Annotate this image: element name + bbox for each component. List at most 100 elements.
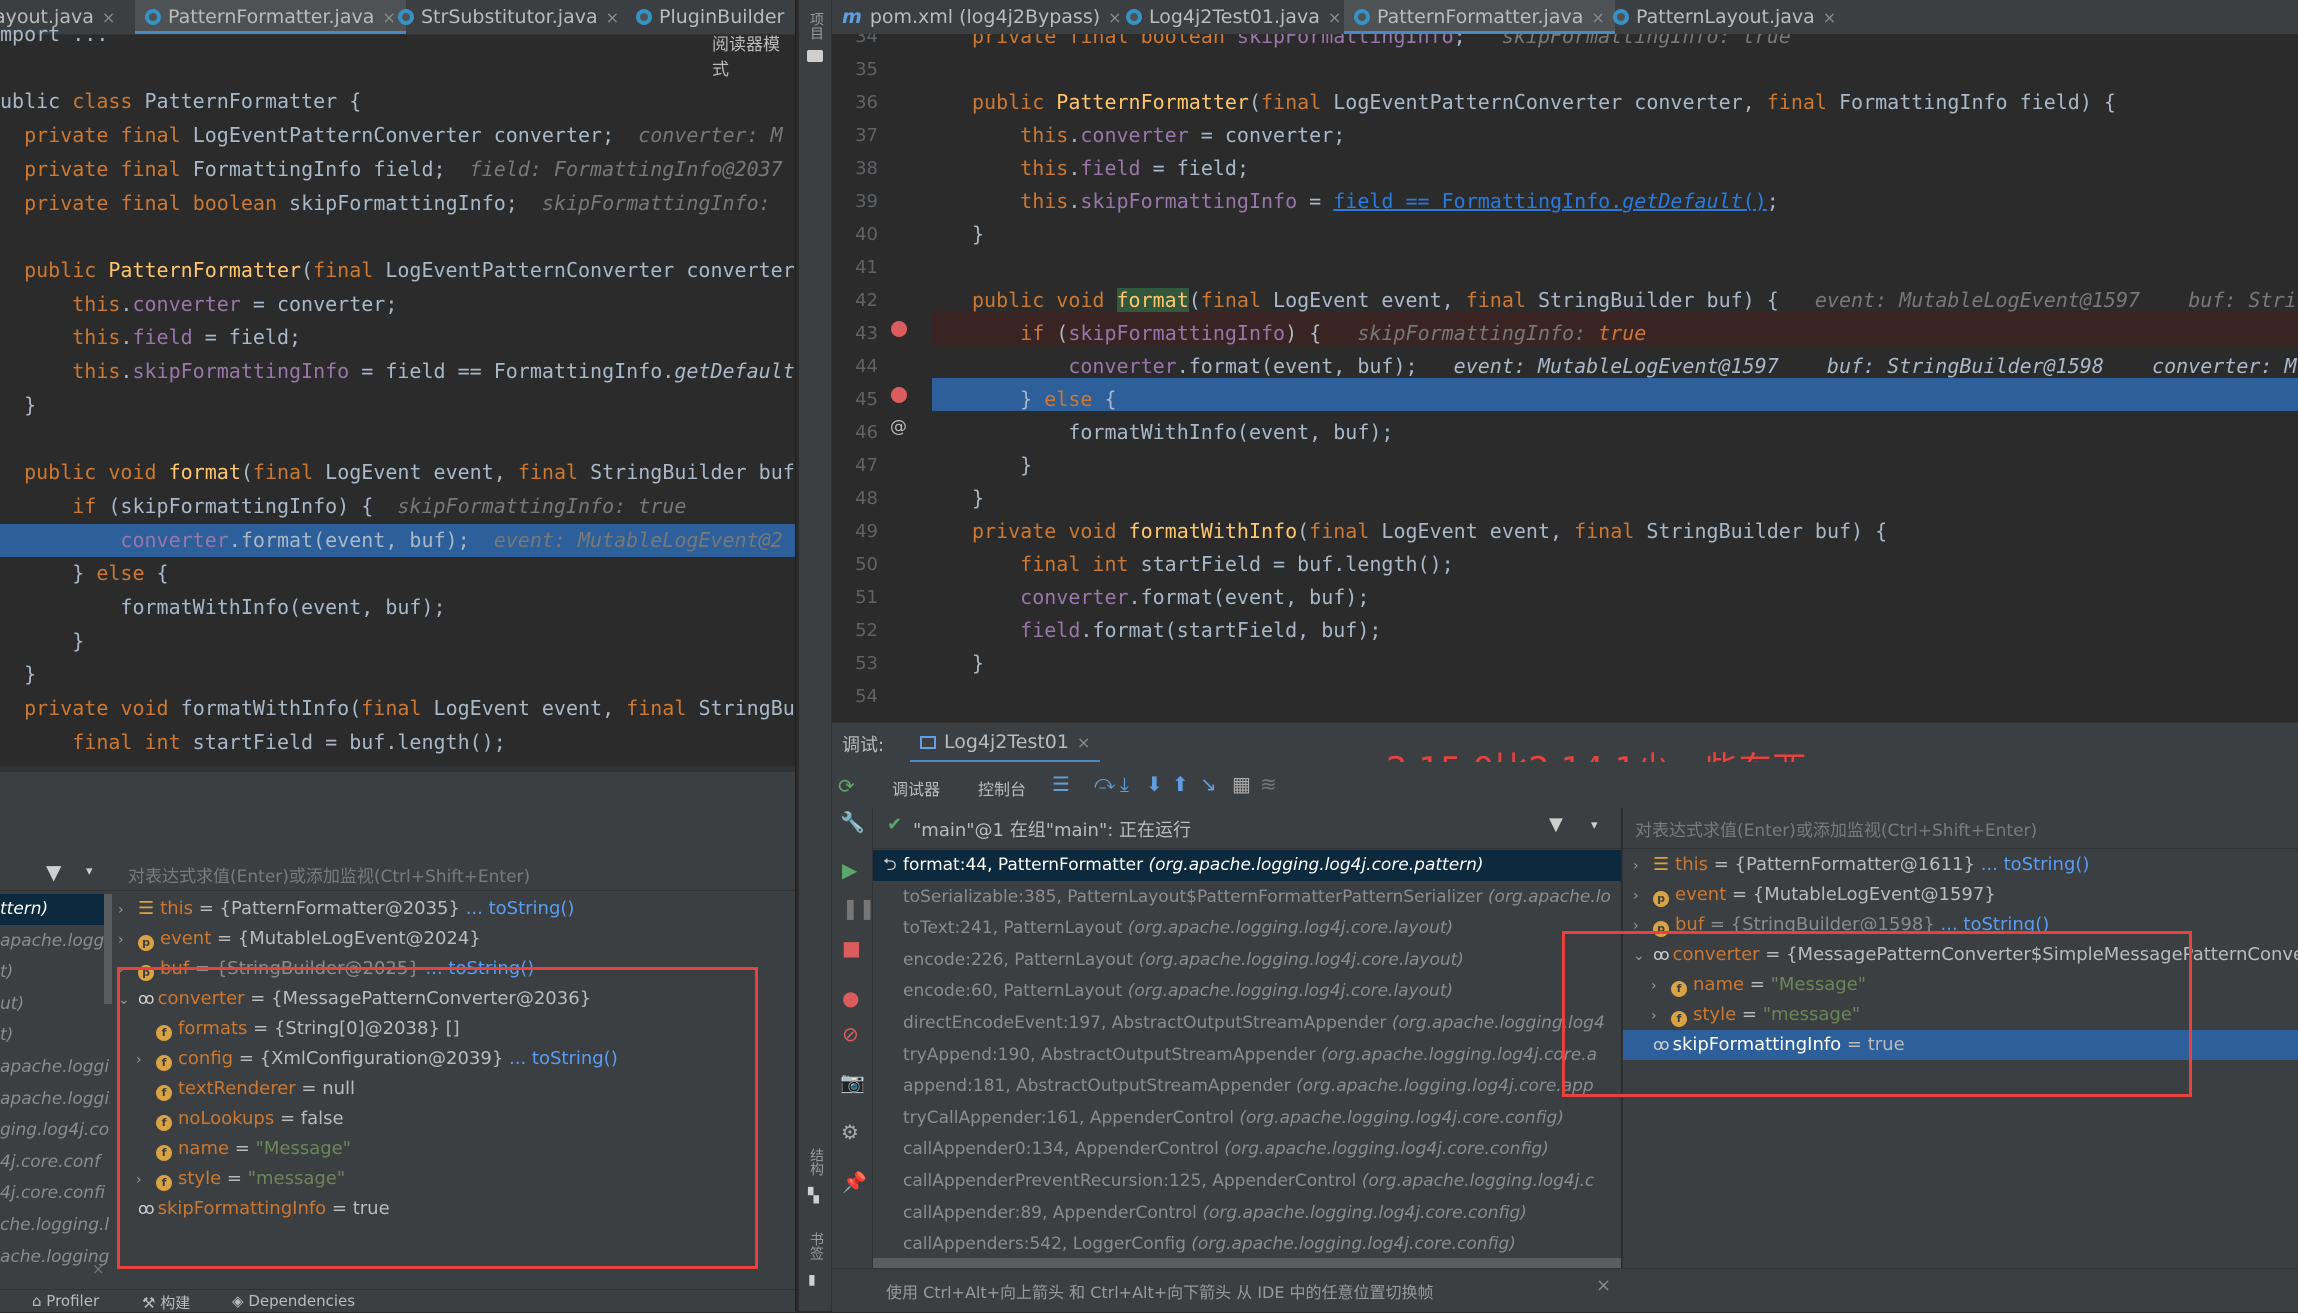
show-execution-point-icon[interactable]: ⤼ xyxy=(1094,770,1115,794)
structure-tool-tab[interactable]: 结构 xyxy=(806,1148,826,1176)
frame-item[interactable]: 4j.core.conf xyxy=(0,1147,100,1178)
frame-item[interactable]: append:181, AbstractOutputStreamAppender… xyxy=(873,1071,1621,1102)
frame-item[interactable]: t) xyxy=(0,957,13,988)
bottom-tab-build[interactable]: ⚒ 构建 xyxy=(142,1292,190,1313)
settings-wrench-icon[interactable]: 🔧 xyxy=(840,810,865,834)
right-editor[interactable]: 34 35 36 37 38 39 40 41 42 43 44 45 46 47 48 49 50 51 52 53… xyxy=(832,34,2298,722)
frame-item[interactable]: encode:60, PatternLayout (org.apache.log… xyxy=(873,976,1621,1007)
tab-pattern-layout[interactable]: PatternLayout.java × xyxy=(1613,0,1836,34)
console-tab[interactable]: 控制台 xyxy=(978,776,1026,800)
trace-icon[interactable]: ≋ xyxy=(1260,772,1277,796)
frame-item[interactable]: callAppender:89, AppenderControl (org.ap… xyxy=(873,1198,1621,1229)
frame-item[interactable]: tryCallAppender:161, AppenderControl (or… xyxy=(873,1103,1621,1134)
code-line: public PatternFormatter(final LogEventPa… xyxy=(24,257,795,282)
chevron-down-icon[interactable]: ▾ xyxy=(86,864,93,879)
right-code-text[interactable]: private final boolean skipFormattingInfo… xyxy=(932,34,2298,722)
chevron-right-icon[interactable]: › xyxy=(1633,881,1653,911)
resume-icon[interactable]: ▶ xyxy=(842,858,857,882)
close-icon[interactable]: × xyxy=(1596,1275,1611,1296)
frame-item[interactable]: che.logging.l xyxy=(0,1210,109,1241)
frame-item[interactable]: apache.logging.log4 xyxy=(0,1084,110,1115)
tab-pom-xml[interactable]: m pom.xml (log4j2Bypass) × xyxy=(842,0,1122,34)
left-frames-list[interactable]: ttern)apache.logging.log4t)ut)t)apache.l… xyxy=(0,894,110,1284)
chevron-right-icon[interactable]: › xyxy=(118,925,138,955)
java-class-icon xyxy=(636,9,652,25)
frame-item[interactable]: tryAppend:190, AbstractOutputStreamAppen… xyxy=(873,1040,1621,1071)
frame-item[interactable]: encode:226, PatternLayout (org.apache.lo… xyxy=(873,945,1621,976)
filter-icon[interactable]: ▼ xyxy=(46,860,61,884)
breakpoint-icon[interactable] xyxy=(891,387,907,403)
bottom-tab-profiler[interactable]: ⌂ Profiler xyxy=(32,1292,99,1310)
frame-item[interactable]: ⮌ format:44, PatternFormatter (org.apache… xyxy=(873,850,1621,881)
frame-item[interactable]: ging.log4j.co xyxy=(0,1115,109,1146)
frame-item[interactable]: callAppenders:542, LoggerConfig (org.apa… xyxy=(873,1229,1621,1260)
left-watch-input[interactable]: 对表达式求值(Enter)或添加监视(Ctrl+Shift+Enter) xyxy=(128,862,530,887)
evaluate-expression-icon[interactable]: ▦ xyxy=(1232,772,1251,796)
breakpoint-icon[interactable] xyxy=(891,321,907,337)
bottom-tab-dependencies[interactable]: ◈ Dependencies xyxy=(232,1292,355,1310)
override-icon[interactable]: @ xyxy=(890,417,907,437)
line-number: 36 xyxy=(855,92,878,113)
camera-icon[interactable]: 📷 xyxy=(840,1070,865,1094)
line-number: 39 xyxy=(855,191,878,212)
frame-item[interactable]: 4j.core.confi xyxy=(0,1178,105,1209)
frames-panel: ✔ "main"@1 在组"main": 正在运行 ▼ ▾ ⮌ format:44… xyxy=(873,808,1621,1268)
mute-breakpoints-icon[interactable]: ⊘ xyxy=(842,1022,859,1046)
variable-row[interactable]: › p event = {MutableLogEvent@1597} xyxy=(1633,880,1996,910)
pause-icon[interactable]: ❚❚ xyxy=(842,896,876,920)
frame-item[interactable]: directEncodeEvent:197, AbstractOutputStr… xyxy=(873,1008,1621,1039)
code-line: private void formatWithInfo(final LogEve… xyxy=(972,519,1888,543)
code-line: } else { xyxy=(972,387,1117,411)
step-out-icon[interactable]: ⬆ xyxy=(1172,772,1189,796)
frame-item[interactable]: callAppenderPreventRecursion:125, Append… xyxy=(873,1166,1621,1197)
code-line: } xyxy=(972,651,985,675)
chevron-right-icon[interactable]: › xyxy=(1633,851,1653,881)
variable-row[interactable]: › ☰ this = {PatternFormatter@2035} ... toS… xyxy=(118,894,574,924)
line-number: 34 xyxy=(855,34,878,47)
close-icon[interactable]: × xyxy=(1077,733,1090,752)
variable-row[interactable]: › p event = {MutableLogEvent@2024} xyxy=(118,924,481,954)
filter-icon[interactable]: ▼ xyxy=(1549,814,1563,835)
list-icon: ☰ xyxy=(138,898,155,919)
view-breakpoints-icon[interactable]: ● xyxy=(842,986,859,1010)
frame-item[interactable]: t) xyxy=(0,1020,13,1051)
frame-item[interactable]: apache.logging.log4 xyxy=(0,926,110,957)
variable-row[interactable]: › ☰ this = {PatternFormatter@1611} ... toS… xyxy=(1633,850,2089,880)
frame-item[interactable]: toSerializable:385, PatternLayout$Patter… xyxy=(873,882,1621,913)
gear-icon[interactable]: ⚙ xyxy=(841,1120,859,1144)
frame-item[interactable]: ut) xyxy=(0,989,24,1020)
chevron-right-icon[interactable]: › xyxy=(118,895,138,925)
pin-icon[interactable]: 📌 xyxy=(842,1170,867,1194)
chevron-down-icon[interactable]: ▾ xyxy=(1591,818,1598,833)
run-to-cursor-icon[interactable]: ↘ xyxy=(1200,772,1217,796)
line-number-gutter[interactable]: 34 35 36 37 38 39 40 41 42 43 44 45 46 47 48 49 50 51 52 53… xyxy=(832,34,892,722)
stop-icon[interactable]: ■ xyxy=(842,936,861,960)
parameter-icon: p xyxy=(1653,891,1669,907)
thread-selector[interactable]: "main"@1 在组"main": 正在运行 xyxy=(913,816,1191,842)
code-line: this.field = field; xyxy=(1020,156,1249,180)
java-class-icon xyxy=(398,9,414,25)
status-bar: 使用 Ctrl+Alt+向上箭头 和 Ctrl+Alt+向下箭头 从 IDE 中… xyxy=(832,1268,2298,1312)
close-icon[interactable]: × xyxy=(92,1260,105,1278)
rerun-icon[interactable]: ⟳ xyxy=(838,774,855,798)
step-over-icon[interactable]: ⤓ xyxy=(1120,772,1129,796)
frame-item[interactable]: toText:241, PatternLayout (org.apache.lo… xyxy=(873,913,1621,944)
left-code-editor[interactable]: mport ... ublic class PatternFormatter { … xyxy=(0,24,795,766)
project-tool-tab[interactable]: 项目 xyxy=(806,12,826,40)
parameter-icon: p xyxy=(138,935,154,951)
threads-menu-icon[interactable]: ☰ xyxy=(1052,772,1070,796)
tab-log4j2-test01[interactable]: Log4j2Test01.java × xyxy=(1126,0,1341,34)
line-number: 50 xyxy=(855,554,878,575)
debug-session-tab[interactable]: Log4j2Test01 × xyxy=(910,723,1101,763)
frame-item[interactable]: callAppender0:134, AppenderControl (org.… xyxy=(873,1134,1621,1165)
frames-list[interactable]: ⮌ format:44, PatternFormatter (org.apache… xyxy=(873,850,1621,1260)
right-watch-input[interactable]: 对表达式求值(Enter)或添加监视(Ctrl+Shift+Enter) xyxy=(1635,816,2037,841)
step-into-icon[interactable]: ⬇ xyxy=(1146,772,1163,796)
tab-pattern-formatter-right[interactable]: PatternFormatter.java × xyxy=(1344,0,1615,34)
debugger-tab[interactable]: 调试器 xyxy=(892,776,941,811)
frame-item[interactable]: ttern) xyxy=(0,894,110,925)
close-icon[interactable]: × xyxy=(1591,8,1604,27)
frame-item[interactable]: apache.loggi xyxy=(0,1052,109,1083)
bookmarks-tool-tab[interactable]: 书签 xyxy=(806,1232,826,1260)
code-line: } else { xyxy=(0,561,169,586)
